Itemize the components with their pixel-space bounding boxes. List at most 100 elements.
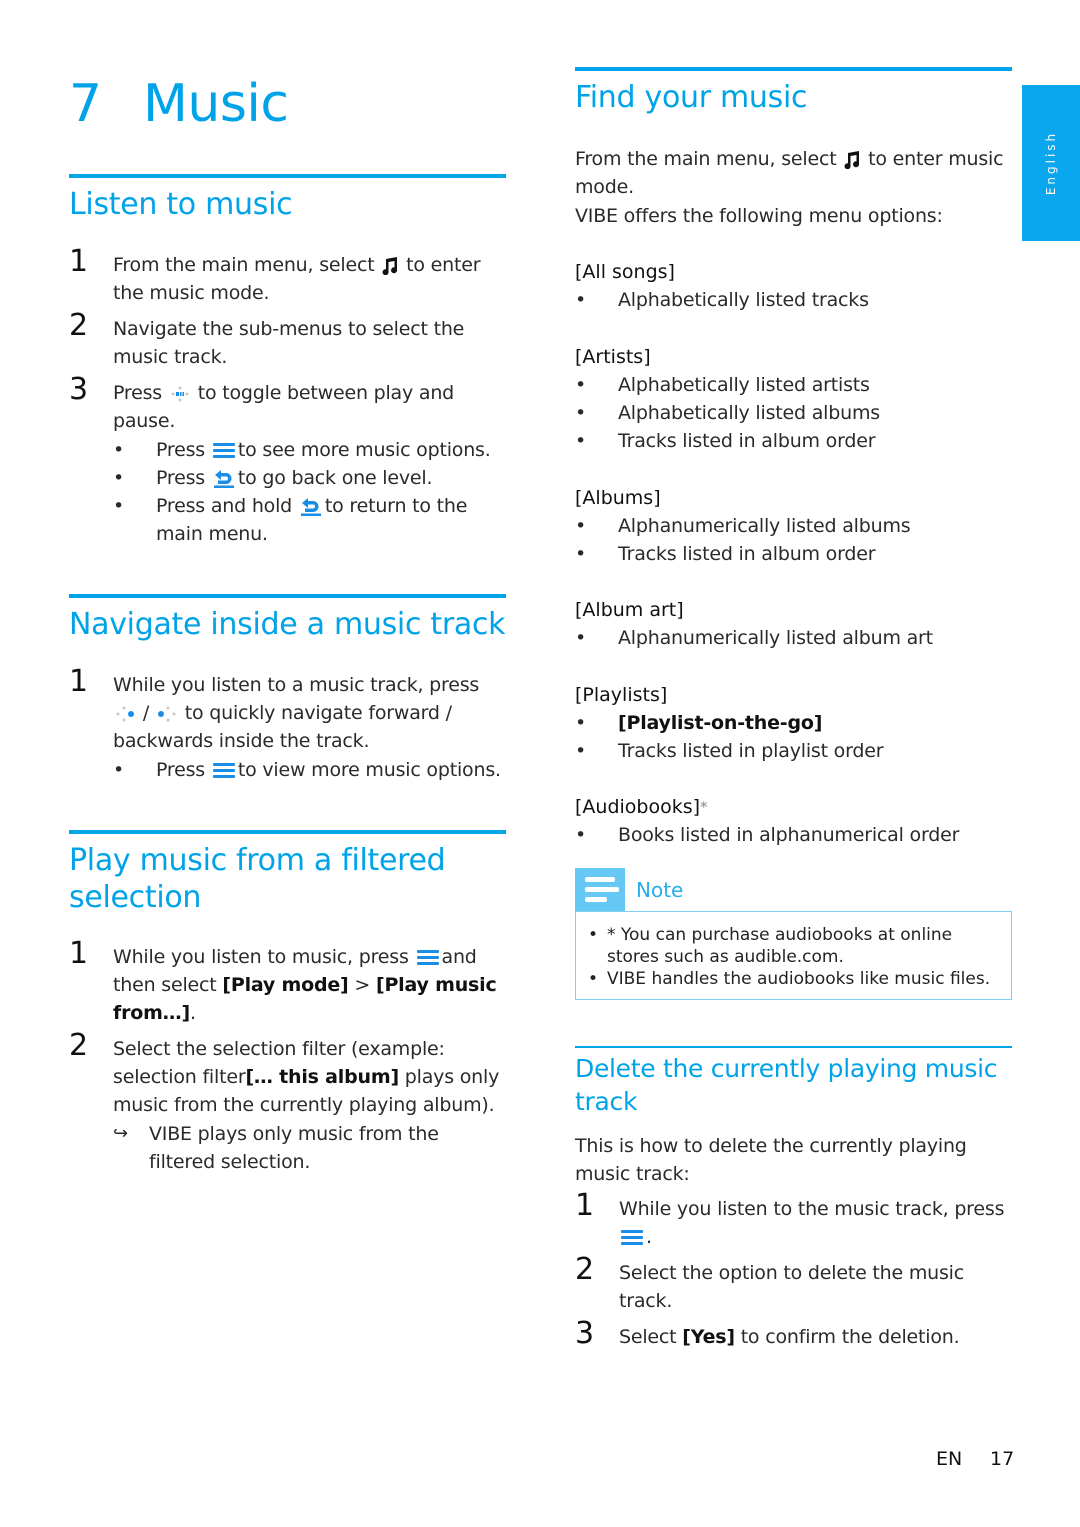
step-number: 1 — [575, 1188, 594, 1223]
menu-item: • Tracks listed in playlist order — [575, 737, 1012, 765]
step-number: 1 — [69, 936, 88, 971]
result-text: VIBE plays only music from the filtered … — [149, 1123, 439, 1173]
menu-item-text: Alphanumerically listed albums — [618, 515, 911, 537]
bullet-text: Press — [156, 439, 206, 461]
step-number: 1 — [69, 664, 88, 699]
bullet: • — [575, 374, 587, 396]
bullet: • — [575, 712, 587, 734]
bullet-text: to view more music options. — [237, 759, 501, 781]
bullet: • — [575, 543, 587, 565]
menu-heading-playlists: [Playlists] — [575, 684, 668, 706]
bullet: • — [575, 740, 587, 762]
section-title-find: Find your music — [575, 80, 808, 115]
menu-item: • Alphanumerically listed album art — [575, 624, 1012, 652]
step-text: Navigate the sub-menus to select the mus… — [113, 318, 465, 368]
menu-item-text: Alphabetically listed albums — [618, 402, 880, 424]
menu-item-text: Alphabetically listed tracks — [618, 289, 869, 311]
language-tab-label: English — [1044, 130, 1058, 196]
menu-heading-text: [Audiobooks] — [575, 796, 701, 818]
step-text: While you listen to a music track, press — [113, 674, 480, 696]
bullet-text: Press — [156, 467, 206, 489]
bullet: • — [113, 495, 125, 517]
music-note-icon — [382, 256, 398, 275]
step-text: Select the option to delete the music tr… — [619, 1262, 964, 1312]
bullet-text: Press — [156, 759, 206, 781]
menu-option: [Play mode] — [222, 974, 349, 996]
chapter-title: 7 Music — [69, 72, 289, 136]
bullet: • — [113, 439, 125, 461]
find-intro: From the main menu, select to enter musi… — [575, 145, 1012, 201]
listen-step-2: 2 Navigate the sub-menus to select the m… — [69, 309, 506, 371]
note-label: Note — [636, 878, 684, 902]
back-icon — [213, 469, 234, 488]
bullet: • — [113, 467, 125, 489]
bullet: • — [113, 759, 125, 781]
delete-intro: This is how to delete the currently play… — [575, 1135, 967, 1185]
menu-heading-audiobooks: [Audiobooks]* — [575, 793, 708, 821]
note-item-text: VIBE handles the audiobooks like music f… — [607, 969, 991, 989]
punctuation: . — [646, 1226, 652, 1248]
menu-heading-album-art: [Album art] — [575, 599, 684, 621]
step-text: to confirm the deletion. — [740, 1326, 960, 1348]
menu-item: • [Playlist-on-the-go] — [575, 709, 1012, 737]
bullet: • — [575, 824, 587, 846]
play-pause-icon — [171, 386, 189, 401]
filtered-step-1: 1 While you listen to music, press and t… — [69, 937, 506, 1027]
menu-item-text: Tracks listed in playlist order — [618, 740, 884, 762]
note-box: Note • * You can purchase audiobooks at o… — [575, 868, 1012, 1000]
fast-forward-icon — [116, 706, 134, 721]
music-note-icon — [844, 150, 860, 169]
section-title-navigate: Navigate inside a music track — [69, 607, 506, 642]
menu-item: • Tracks listed in album order — [575, 427, 1012, 455]
section-rule — [69, 830, 506, 834]
filtered-step-2: 2 Select the selection filter (example: … — [69, 1029, 506, 1119]
bullet: • — [575, 627, 587, 649]
menu-item-text: Books listed in alphanumerical order — [618, 824, 960, 846]
menu-item: • Alphanumerically listed albums — [575, 512, 1012, 540]
back-icon — [300, 497, 321, 516]
step-text: While you listen to music, press — [113, 946, 409, 968]
menu-heading-all-songs: [All songs] — [575, 261, 675, 283]
step-number: 3 — [69, 372, 88, 407]
listen-bullet-3: • Press and hold to return to the main m… — [113, 492, 508, 548]
navigate-bullet: • Press to view more music options. — [113, 756, 513, 784]
options-menu-icon — [212, 442, 235, 459]
step-number: 2 — [69, 1028, 88, 1063]
delete-step-3: 3 Select [Yes] to confirm the deletion. — [575, 1317, 1012, 1351]
listen-step-3: 3 Press to toggle between play and pause… — [69, 373, 506, 435]
section-rule — [69, 594, 506, 598]
menu-item: • Alphabetically listed albums — [575, 399, 1012, 427]
step-text: Press — [113, 382, 163, 404]
footer-language: EN — [936, 1448, 963, 1470]
step-number: 3 — [575, 1316, 594, 1351]
menu-item-text: Alphabetically listed artists — [618, 374, 870, 396]
menu-option: [Yes] — [682, 1326, 735, 1348]
note-item: • * You can purchase audiobooks at online… — [588, 924, 998, 968]
step-number: 2 — [69, 308, 88, 343]
chapter-number: 7 — [69, 74, 102, 134]
options-menu-icon — [621, 1229, 643, 1246]
bullet-text: to see more music options. — [237, 439, 491, 461]
section-rule — [69, 174, 506, 178]
delete-step-1: 1 While you listen to the music track, p… — [575, 1189, 1012, 1251]
listen-bullet-2: • Press to go back one level. — [113, 464, 508, 492]
intro-text: From the main menu, select — [575, 148, 837, 170]
section-title-delete: Delete the currently playing music track — [575, 1054, 998, 1116]
find-intro-2: VIBE offers the following menu options: — [575, 205, 943, 227]
separator: / — [142, 702, 150, 724]
bullet: • — [575, 430, 587, 452]
section-rule — [575, 1046, 1012, 1048]
step-number: 2 — [575, 1252, 594, 1287]
bullet: • — [575, 289, 587, 311]
bullet-text: Press and hold — [156, 495, 293, 517]
result-arrow-icon: ↪ — [113, 1123, 128, 1144]
menu-item: • Books listed in alphanumerical order — [575, 821, 1012, 849]
bullet: • — [588, 925, 599, 945]
section-title-filtered: Play music from a filtered selection — [69, 843, 446, 915]
bullet: • — [575, 515, 587, 537]
menu-heading-albums: [Albums] — [575, 487, 661, 509]
section-title-listen: Listen to music — [69, 187, 293, 222]
language-tab: English — [1022, 85, 1080, 241]
note-item: • VIBE handles the audiobooks like music … — [588, 968, 998, 990]
menu-item-text: Tracks listed in album order — [618, 543, 876, 565]
